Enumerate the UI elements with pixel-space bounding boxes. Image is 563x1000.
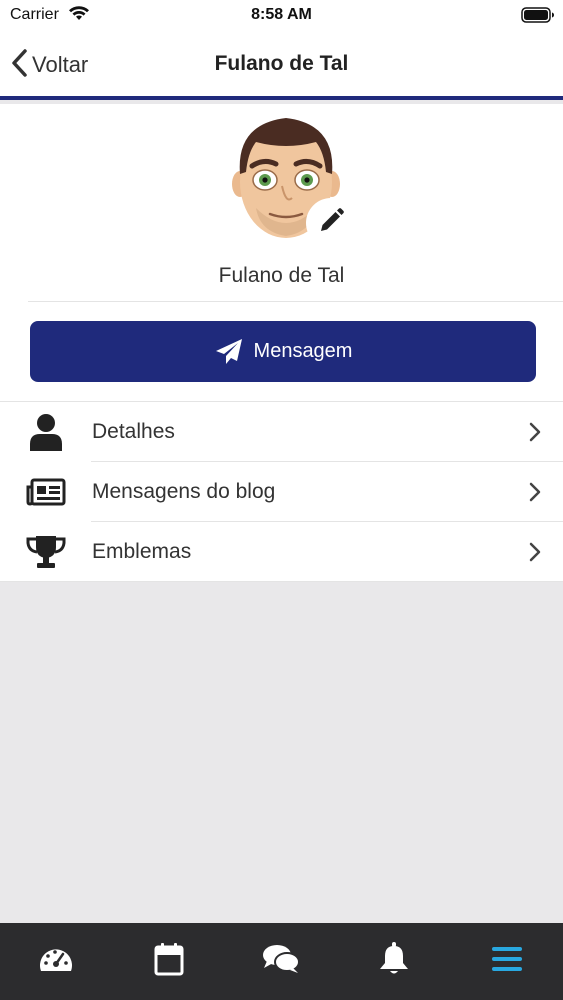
chevron-right-icon [529,422,541,447]
clock: 8:58 AM [251,6,312,23]
menu-item-badges[interactable]: Emblemas [0,522,563,582]
menu-item-label: Emblemas [92,540,192,563]
profile-content: Fulano de Tal Mensagem Detalhes Mensagen… [0,104,563,582]
back-label: Voltar [32,52,89,77]
dashboard-icon [38,944,74,979]
user-icon [26,412,66,452]
status-bar: Carrier 8:58 AM [0,0,563,30]
profile-menu: Detalhes Mensagens do blog Emblemas [0,401,563,582]
divider [28,301,563,302]
battery-icon [521,7,555,28]
message-button-label: Mensagem [253,340,353,362]
chevron-right-icon [529,542,541,567]
menu-item-details[interactable]: Detalhes [0,402,563,462]
menu-item-blog-posts[interactable]: Mensagens do blog [0,462,563,522]
paper-plane-icon [214,337,244,367]
chat-icon [262,944,301,979]
tab-bar [0,923,563,1000]
newspaper-icon [26,472,66,512]
message-button[interactable]: Mensagem [30,321,536,382]
tab-menu[interactable] [477,932,537,992]
calendar-icon [154,942,184,981]
divider [0,581,563,582]
profile-name: Fulano de Tal [218,264,345,287]
menu-item-label: Mensagens do blog [92,480,276,503]
menu-item-label: Detalhes [92,420,175,443]
tab-calendar[interactable] [139,932,199,992]
menu-icon [491,945,523,978]
tab-notifications[interactable] [364,932,424,992]
chevron-left-icon [10,48,28,83]
trophy-icon [26,532,66,572]
edit-avatar-button[interactable] [306,198,356,248]
bell-icon [378,942,410,981]
navigation-bar: Voltar Fulano de Tal [0,30,563,100]
pencil-icon [318,207,344,239]
tab-dashboard[interactable] [26,932,86,992]
tab-chat[interactable] [251,932,311,992]
chevron-right-icon [529,482,541,507]
back-button[interactable]: Voltar [10,48,88,82]
